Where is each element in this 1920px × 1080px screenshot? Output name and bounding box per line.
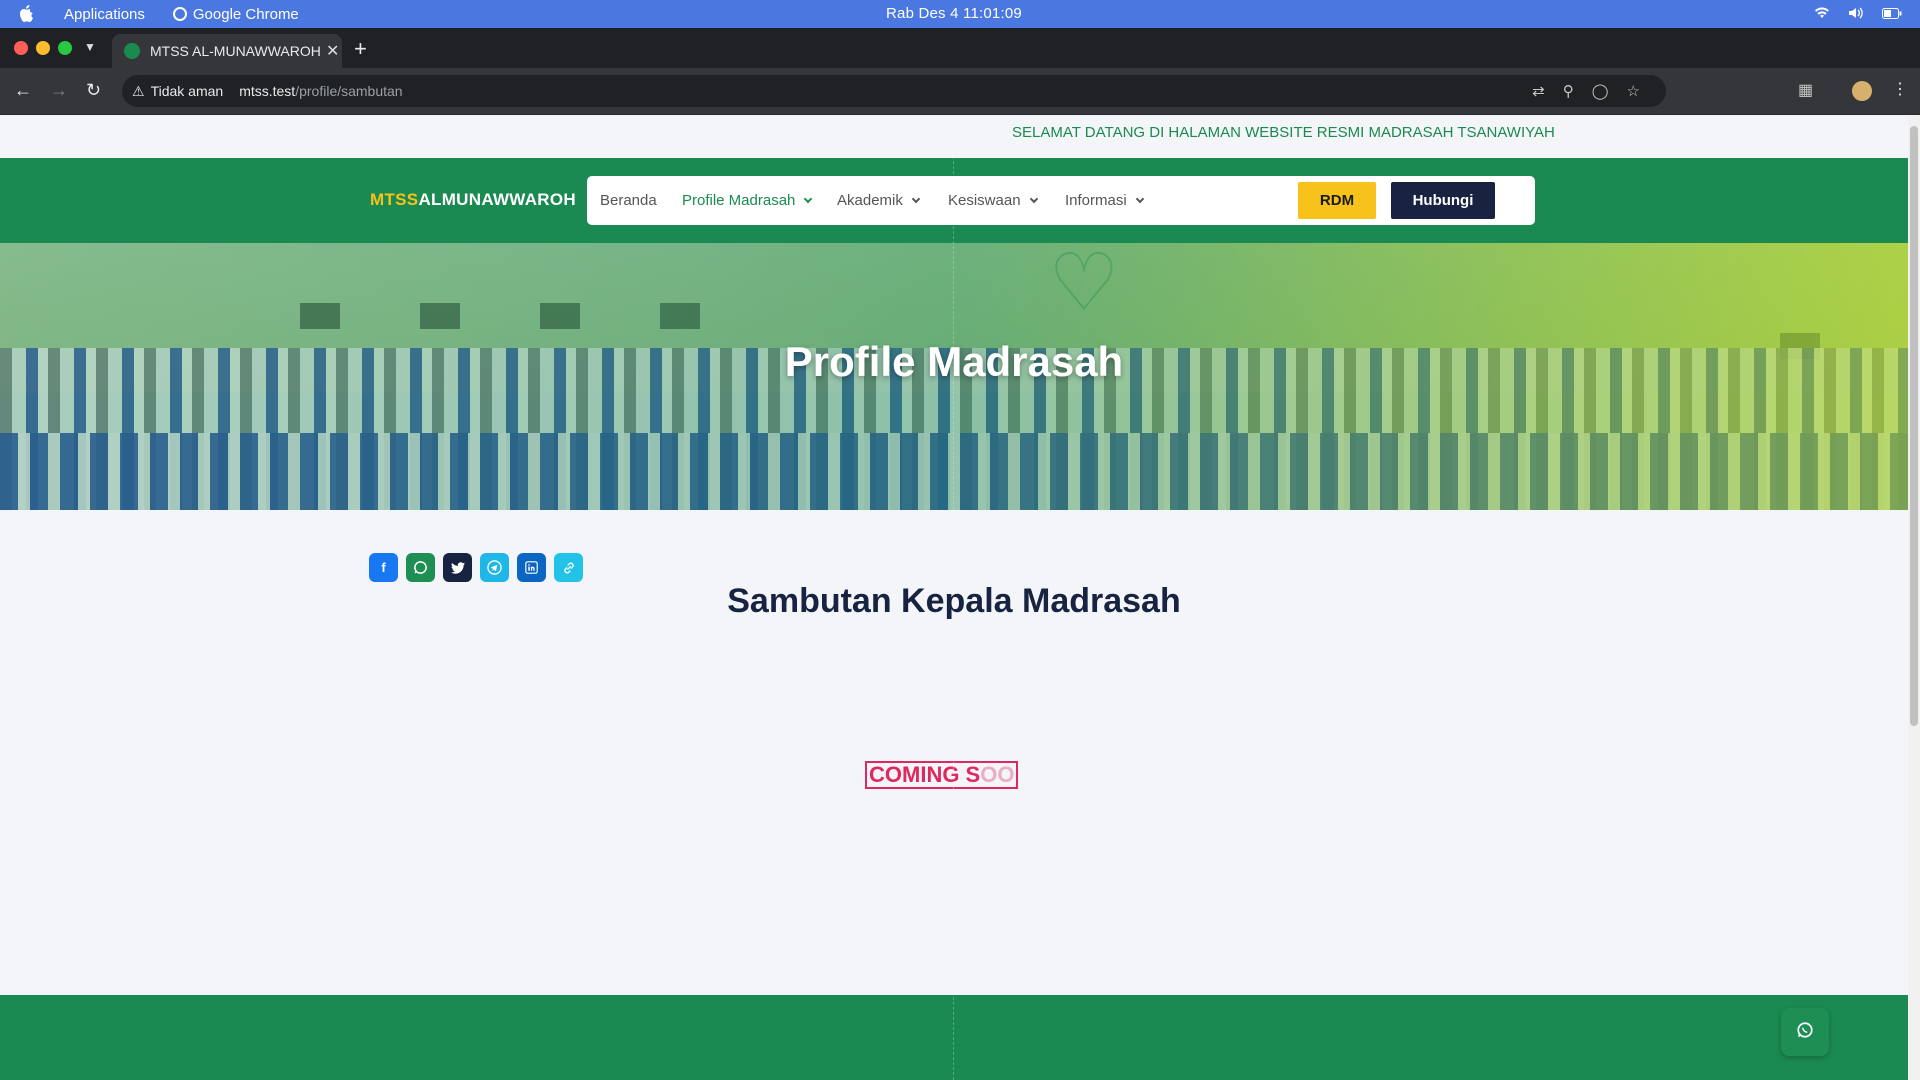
- wifi-icon[interactable]: [1814, 6, 1830, 23]
- browser-tab-active[interactable]: MTSS AL-MUNAWWAROH ✕: [112, 34, 342, 68]
- menu-google-chrome-label: Google Chrome: [192, 5, 299, 23]
- whatsapp-icon: [1796, 1021, 1814, 1044]
- chrome-icon: [172, 7, 187, 21]
- site-header: MTSSALMUNAWWAROH Beranda Profile Madrasa…: [0, 158, 1908, 243]
- chrome-menu-icon[interactable]: ⋮: [1892, 79, 1908, 99]
- twitter-icon[interactable]: [443, 553, 472, 582]
- page-scrollbar[interactable]: [1908, 116, 1920, 1080]
- site-favicon-icon: [124, 43, 140, 59]
- security-label[interactable]: Tidak aman: [151, 83, 224, 99]
- extensions-icon[interactable]: ▦: [1798, 80, 1813, 100]
- translate-icon[interactable]: ⇄: [1532, 82, 1545, 100]
- omnibox-actions: ⇄ ⚲ ◯ ☆: [1532, 82, 1640, 100]
- whatsapp-icon[interactable]: [406, 553, 435, 582]
- volume-icon[interactable]: [1848, 6, 1864, 23]
- close-tab-icon[interactable]: ✕: [326, 41, 339, 61]
- nav-beranda[interactable]: Beranda: [600, 192, 657, 209]
- bookmark-star-icon[interactable]: ☆: [1627, 82, 1640, 100]
- share-buttons: f: [369, 553, 583, 582]
- chevron-down-icon: [1135, 194, 1144, 204]
- minimize-window-button[interactable]: [36, 41, 50, 55]
- system-tray: [1814, 6, 1902, 23]
- os-menubar: Applications Google Chrome Rab Des 4 11:…: [0, 0, 1920, 28]
- scrollbar-thumb[interactable]: [1910, 126, 1918, 726]
- linkedin-icon[interactable]: [517, 553, 546, 582]
- nav-akademik-label: Akademik: [837, 192, 903, 209]
- welcome-ticker: SELAMAT DATANG DI HALAMAN WEBSITE RESMI …: [1012, 124, 1555, 141]
- link-icon[interactable]: [554, 553, 583, 582]
- facebook-icon[interactable]: f: [369, 553, 398, 582]
- nav-kesiswaan-label: Kesiswaan: [948, 192, 1021, 209]
- url-path: /profile/sambutan: [295, 83, 403, 99]
- nav-informasi-label: Informasi: [1065, 192, 1127, 209]
- web-page: SELAMAT DATANG DI HALAMAN WEBSITE RESMI …: [0, 116, 1908, 1080]
- heart-sign-icon: ♡: [1048, 243, 1120, 327]
- menu-google-chrome[interactable]: Google Chrome: [172, 5, 299, 23]
- nav-profile-madrasah[interactable]: Profile Madrasah: [682, 192, 813, 209]
- coming-soon-faded-text: OO: [980, 762, 1015, 787]
- tab-title: MTSS AL-MUNAWWAROH: [150, 43, 320, 59]
- apple-icon[interactable]: [18, 5, 36, 23]
- warning-icon[interactable]: ⚠: [132, 83, 145, 100]
- chevron-down-icon: [911, 194, 921, 204]
- hero-title: Profile Madrasah: [784, 338, 1124, 385]
- screen: Applications Google Chrome Rab Des 4 11:…: [0, 0, 1920, 1080]
- new-tab-icon[interactable]: +: [354, 36, 367, 62]
- reload-icon[interactable]: ↻: [86, 80, 101, 101]
- tab-search-chevron-icon[interactable]: ▼: [84, 40, 96, 54]
- battery-icon[interactable]: [1882, 6, 1902, 23]
- zoom-icon[interactable]: ⚲: [1563, 82, 1574, 100]
- nav-profile-madrasah-label: Profile Madrasah: [682, 192, 796, 209]
- close-window-button[interactable]: [14, 41, 28, 55]
- chevron-down-icon: [804, 194, 813, 204]
- site-footer: [0, 995, 1908, 1080]
- address-bar[interactable]: ⚠ Tidak aman mtss.test/profile/sambutan: [122, 75, 1666, 107]
- chevron-down-icon: [1029, 194, 1038, 204]
- url-host: mtss.test: [239, 83, 296, 99]
- hero-banner: ♡ Profile Madrasah: [0, 243, 1908, 510]
- site-logo[interactable]: MTSSALMUNAWWAROH: [370, 190, 576, 210]
- logo-prefix: MTSS: [370, 190, 419, 209]
- coming-soon-badge: COMING SOO: [865, 761, 1019, 789]
- menu-applications[interactable]: Applications: [64, 6, 145, 23]
- eye-slash-icon[interactable]: ◯: [1592, 82, 1609, 100]
- coming-soon-text: COMING S: [869, 762, 981, 787]
- back-icon[interactable]: ←: [14, 80, 32, 101]
- layout-guide-line: [953, 116, 954, 1080]
- nav-akademik[interactable]: Akademik: [837, 192, 921, 209]
- forward-icon[interactable]: →: [50, 80, 68, 101]
- telegram-icon[interactable]: [480, 553, 509, 582]
- hubungi-button[interactable]: Hubungi: [1391, 182, 1495, 219]
- url-text[interactable]: mtss.test/profile/sambutan: [239, 83, 402, 99]
- profile-avatar[interactable]: [1852, 81, 1872, 101]
- main-nav: Beranda Profile Madrasah Akademik Kesisw…: [587, 176, 1535, 225]
- nav-kesiswaan[interactable]: Kesiswaan: [948, 192, 1038, 209]
- clock[interactable]: Rab Des 4 11:01:09: [886, 5, 1022, 22]
- maximize-window-button[interactable]: [58, 41, 72, 55]
- logo-suffix: ALMUNAWWAROH: [418, 190, 576, 209]
- section-title: Sambutan Kepala Madrasah: [727, 582, 1181, 620]
- nav-informasi[interactable]: Informasi: [1065, 192, 1144, 209]
- whatsapp-float-button[interactable]: [1781, 1008, 1829, 1056]
- rdm-button[interactable]: RDM: [1298, 182, 1376, 219]
